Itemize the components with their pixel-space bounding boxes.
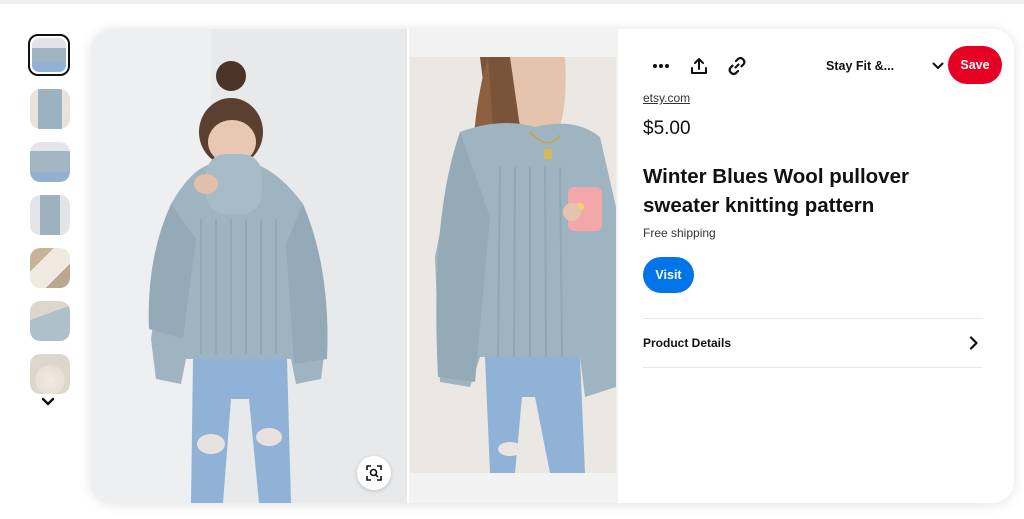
link-icon: [728, 56, 746, 76]
lens-icon: [366, 465, 382, 481]
product-price: $5.00: [643, 118, 691, 139]
more-options-button[interactable]: [645, 50, 677, 82]
thumbnail-1[interactable]: [28, 34, 70, 76]
more-dots-icon: [653, 64, 669, 68]
product-details-label: Product Details: [643, 336, 732, 350]
board-selector[interactable]: Stay Fit &...: [826, 56, 952, 76]
more-thumbnails-button[interactable]: [38, 392, 58, 412]
pin-details-panel: Stay Fit &... Save etsy.com $5.00 Winter…: [618, 29, 1014, 503]
product-image-secondary-frame: [409, 29, 618, 503]
thumbnail-6[interactable]: [30, 301, 70, 341]
visit-button[interactable]: Visit: [643, 257, 694, 293]
product-image-secondary[interactable]: [410, 57, 616, 473]
top-divider: [0, 0, 1024, 4]
share-button[interactable]: [683, 50, 715, 82]
chevron-right-icon: [969, 336, 978, 350]
copy-link-button[interactable]: [721, 50, 753, 82]
chevron-down-icon: [932, 62, 944, 69]
thumbnail-rail: [28, 34, 74, 418]
product-image-main[interactable]: [91, 29, 407, 503]
board-name: Stay Fit &...: [826, 59, 895, 73]
sweater-photo-1: [91, 29, 407, 503]
share-icon: [691, 58, 707, 74]
product-details-row[interactable]: Product Details: [643, 318, 983, 368]
visual-search-button[interactable]: [357, 456, 391, 490]
sweater-photo-2: [410, 57, 616, 473]
thumbnail-2[interactable]: [30, 89, 70, 129]
thumbnail-7[interactable]: [30, 354, 70, 394]
product-title: Winter Blues Wool pullover sweater knitt…: [643, 165, 909, 217]
thumbnail-3[interactable]: [30, 142, 70, 182]
source-link[interactable]: etsy.com: [643, 91, 690, 105]
thumbnail-4[interactable]: [30, 195, 70, 235]
chevron-down-icon: [41, 397, 55, 406]
thumbnail-5[interactable]: [30, 248, 70, 288]
save-button[interactable]: Save: [948, 46, 1002, 84]
pin-card: Stay Fit &... Save etsy.com $5.00 Winter…: [91, 29, 1014, 503]
shipping-info: Free shipping: [643, 226, 716, 240]
